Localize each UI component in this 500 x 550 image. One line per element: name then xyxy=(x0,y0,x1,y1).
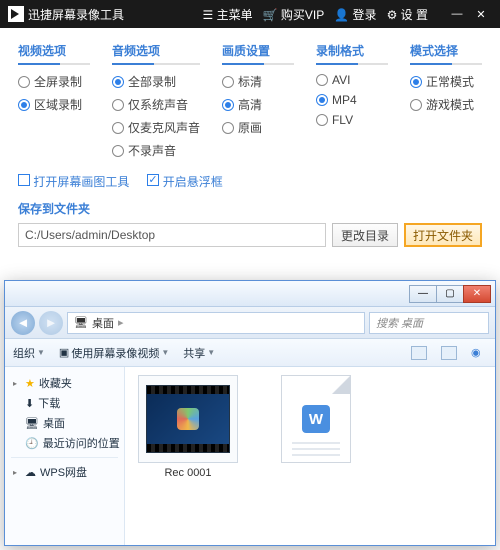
option-hd[interactable]: 高清 xyxy=(222,96,294,113)
word-icon: W xyxy=(302,405,330,433)
group-title: 录制格式 xyxy=(316,42,388,65)
app-logo-icon xyxy=(8,6,24,22)
custom-app-menu[interactable]: ▣ 使用屏幕录像视频 ▼ xyxy=(59,345,169,361)
login-button[interactable]: 👤 登录 xyxy=(334,6,376,23)
app-titlebar: 迅捷屏幕录像工具 ☰ 主菜单 🛒 购买VIP 👤 登录 ⚙ 设 置 — ✕ xyxy=(0,0,500,28)
screenshot-tool-checkbox[interactable]: 打开屏幕画图工具 xyxy=(18,173,129,190)
option-audio-system[interactable]: 仅系统声音 xyxy=(112,96,200,113)
explorer-titlebar: — ▢ ✕ xyxy=(5,281,495,307)
file-item-video[interactable]: Rec 0001 xyxy=(133,375,243,479)
float-window-checkbox[interactable]: 开启悬浮框 xyxy=(147,173,222,190)
preview-pane-button[interactable] xyxy=(441,346,457,360)
file-explorer-window: — ▢ ✕ ◄ ► 🖥 桌面 ▸ 搜索 桌面 组织 ▼ ▣ 使用屏幕录像视频 ▼… xyxy=(4,280,496,546)
option-normal-mode[interactable]: 正常模式 xyxy=(410,73,482,90)
option-region[interactable]: 区域录制 xyxy=(18,96,90,113)
file-label: Rec 0001 xyxy=(133,467,243,479)
explorer-close-button[interactable]: ✕ xyxy=(463,285,491,303)
organize-menu[interactable]: 组织 ▼ xyxy=(13,345,45,361)
options-panel: 视频选项 全屏录制 区域录制 音频选项 全部录制 仅系统声音 仅麦克风声音 不录… xyxy=(0,28,500,255)
save-path-field[interactable]: C:/Users/admin/Desktop xyxy=(18,223,326,247)
group-title: 音频选项 xyxy=(112,42,200,65)
desktop-icon: 🖥 xyxy=(74,316,88,329)
minimize-button[interactable]: — xyxy=(446,6,468,22)
option-avi[interactable]: AVI xyxy=(316,73,388,87)
sidebar-wps[interactable]: ▸☁ WPS网盘 xyxy=(11,462,118,482)
option-fullscreen[interactable]: 全屏录制 xyxy=(18,73,90,90)
explorer-minimize-button[interactable]: — xyxy=(409,285,437,303)
option-audio-all[interactable]: 全部录制 xyxy=(112,73,200,90)
explorer-navbar: ◄ ► 🖥 桌面 ▸ 搜索 桌面 xyxy=(5,307,495,339)
mode-options-group: 模式选择 正常模式 游戏模式 xyxy=(410,42,482,165)
close-button[interactable]: ✕ xyxy=(470,6,492,22)
audio-options-group: 音频选项 全部录制 仅系统声音 仅麦克风声音 不录声音 xyxy=(112,42,200,165)
quality-options-group: 画质设置 标清 高清 原画 xyxy=(222,42,294,165)
format-options-group: 录制格式 AVI MP4 FLV xyxy=(316,42,388,165)
option-audio-none[interactable]: 不录声音 xyxy=(112,142,200,159)
menu-button[interactable]: ☰ 主菜单 xyxy=(203,6,253,23)
option-sd[interactable]: 标清 xyxy=(222,73,294,90)
open-folder-button[interactable]: 打开文件夹 xyxy=(404,223,482,247)
sidebar-favorites[interactable]: ▸★收藏夹 xyxy=(11,373,118,393)
explorer-sidebar: ▸★收藏夹 ⬇ 下载 🖥 桌面 🕘 最近访问的位置 ▸☁ WPS网盘 xyxy=(5,367,125,545)
option-audio-mic[interactable]: 仅麦克风声音 xyxy=(112,119,200,136)
save-section-title: 保存到文件夹 xyxy=(18,200,482,217)
sidebar-recent[interactable]: 🕘 最近访问的位置 xyxy=(11,433,118,453)
file-item-document[interactable]: W xyxy=(261,375,371,467)
option-original[interactable]: 原画 xyxy=(222,119,294,136)
app-name: 迅捷屏幕录像工具 xyxy=(28,6,124,23)
settings-button[interactable]: ⚙ 设 置 xyxy=(387,6,428,23)
explorer-file-pane[interactable]: Rec 0001 W xyxy=(125,367,495,545)
option-game-mode[interactable]: 游戏模式 xyxy=(410,96,482,113)
explorer-toolbar: 组织 ▼ ▣ 使用屏幕录像视频 ▼ 共享 ▼ ◉ xyxy=(5,339,495,367)
group-title: 模式选择 xyxy=(410,42,482,65)
address-bar[interactable]: 🖥 桌面 ▸ xyxy=(67,312,365,334)
share-menu[interactable]: 共享 ▼ xyxy=(183,345,215,361)
explorer-maximize-button[interactable]: ▢ xyxy=(436,285,464,303)
help-button[interactable]: ◉ xyxy=(471,346,487,360)
view-options-button[interactable] xyxy=(411,346,427,360)
nav-back-button[interactable]: ◄ xyxy=(11,311,35,335)
sidebar-downloads[interactable]: ⬇ 下载 xyxy=(11,393,118,413)
explorer-search-input[interactable]: 搜索 桌面 xyxy=(369,312,489,334)
option-flv[interactable]: FLV xyxy=(316,113,388,127)
buy-vip-button[interactable]: 🛒 购买VIP xyxy=(263,6,325,23)
change-dir-button[interactable]: 更改目录 xyxy=(332,223,398,247)
group-title: 视频选项 xyxy=(18,42,90,65)
option-mp4[interactable]: MP4 xyxy=(316,93,388,107)
sidebar-desktop[interactable]: 🖥 桌面 xyxy=(11,413,118,433)
nav-forward-button[interactable]: ► xyxy=(39,311,63,335)
group-title: 画质设置 xyxy=(222,42,294,65)
video-options-group: 视频选项 全屏录制 区域录制 xyxy=(18,42,90,165)
